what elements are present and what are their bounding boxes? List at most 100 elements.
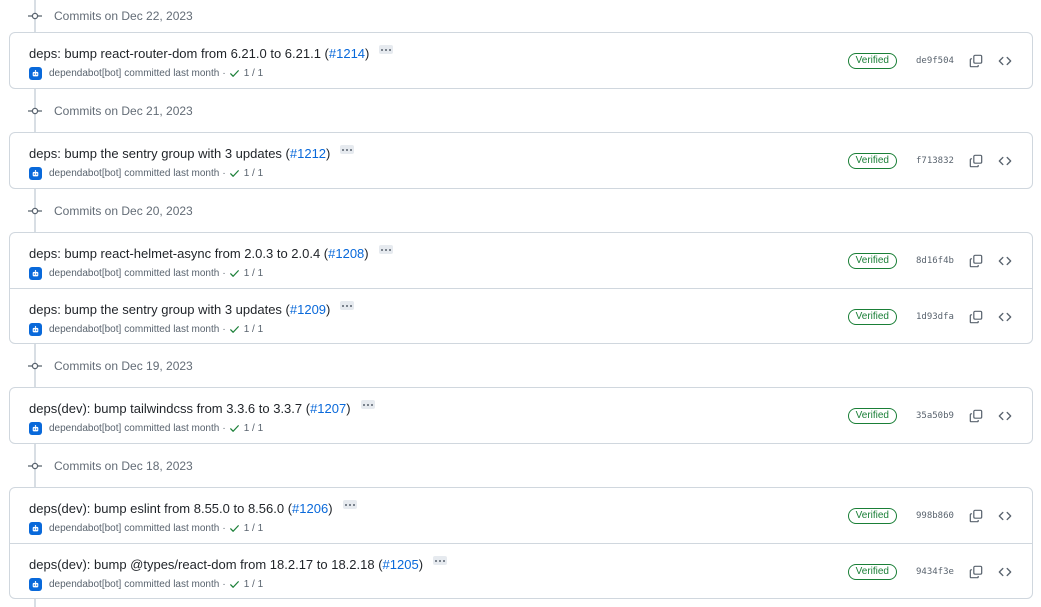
pull-request-link[interactable]: #1209: [290, 302, 326, 317]
commit-author-link[interactable]: dependabot[bot]: [49, 68, 121, 79]
ellipsis-icon[interactable]: [433, 556, 448, 565]
pull-request-link[interactable]: #1207: [310, 401, 346, 416]
code-icon[interactable]: [993, 149, 1017, 173]
code-icon[interactable]: [993, 49, 1017, 73]
check-icon[interactable]: [229, 579, 240, 590]
commit-sha-link[interactable]: 1d93dfa: [916, 312, 954, 322]
group-header: Commits on Dec 22, 2023: [0, 0, 1041, 32]
verified-badge[interactable]: Verified: [847, 152, 897, 169]
ellipsis-icon[interactable]: [340, 145, 355, 154]
check-icon[interactable]: [229, 168, 240, 179]
copy-icon[interactable]: [964, 305, 988, 329]
verified-badge[interactable]: Verified: [847, 308, 897, 325]
bot-avatar-icon[interactable]: [29, 578, 42, 591]
commit-sha-link[interactable]: 998b860: [916, 511, 954, 521]
commit-author-link[interactable]: dependabot[bot]: [49, 423, 121, 434]
check-icon[interactable]: [229, 423, 240, 434]
verified-badge[interactable]: Verified: [847, 52, 897, 69]
checks-count[interactable]: 1 / 1: [244, 423, 263, 434]
copy-icon[interactable]: [964, 404, 988, 428]
commit-title[interactable]: deps(dev): bump @types/react-dom from 18…: [29, 556, 448, 572]
commit-title[interactable]: deps(dev): bump eslint from 8.55.0 to 8.…: [29, 500, 357, 516]
checks-count[interactable]: 1 / 1: [244, 68, 263, 79]
commit-action-text: committed last month: [124, 579, 220, 590]
verified-badge[interactable]: Verified: [847, 407, 897, 424]
commit-message[interactable]: deps: bump the sentry group with 3 updat…: [29, 302, 290, 317]
verified-badge[interactable]: Verified: [847, 507, 897, 524]
bot-avatar-icon[interactable]: [29, 267, 42, 280]
bot-avatar-icon[interactable]: [29, 67, 42, 80]
commit-row: deps: bump the sentry group with 3 updat…: [10, 133, 1032, 188]
copy-icon[interactable]: [964, 149, 988, 173]
pull-request-link[interactable]: #1212: [290, 146, 326, 161]
commit-sha-link[interactable]: 35a50b9: [916, 411, 954, 421]
commit-sha-link[interactable]: 8d16f4b: [916, 256, 954, 266]
commit-message[interactable]: deps: bump the sentry group with 3 updat…: [29, 146, 290, 161]
verified-badge[interactable]: Verified: [847, 252, 897, 269]
git-commit-icon: [27, 8, 43, 24]
commit-author-link[interactable]: dependabot[bot]: [49, 579, 121, 590]
pull-request-link[interactable]: #1214: [329, 46, 365, 61]
commit-message[interactable]: deps(dev): bump tailwindcss from 3.3.6 t…: [29, 401, 310, 416]
commit-author-link[interactable]: dependabot[bot]: [49, 324, 121, 335]
commit-meta: dependabot[bot] committed last month · 1…: [29, 522, 263, 535]
checks-count[interactable]: 1 / 1: [244, 324, 263, 335]
commit-message[interactable]: deps(dev): bump @types/react-dom from 18…: [29, 557, 383, 572]
check-icon[interactable]: [229, 68, 240, 79]
ellipsis-icon[interactable]: [342, 500, 357, 509]
meta-separator: ·: [222, 268, 226, 279]
code-icon[interactable]: [993, 249, 1017, 273]
commit-actions: Verified 1d93dfa: [847, 289, 1032, 344]
bot-avatar-icon[interactable]: [29, 522, 42, 535]
check-icon[interactable]: [229, 523, 240, 534]
commit-sha-link[interactable]: f713832: [916, 156, 954, 166]
commit-row: deps(dev): bump eslint from 8.55.0 to 8.…: [10, 488, 1032, 543]
commit-title[interactable]: deps: bump the sentry group with 3 updat…: [29, 301, 355, 317]
group-header: Commits on Dec 20, 2023: [0, 189, 1041, 232]
checks-count[interactable]: 1 / 1: [244, 268, 263, 279]
ellipsis-icon[interactable]: [340, 301, 355, 310]
copy-icon[interactable]: [964, 504, 988, 528]
code-icon[interactable]: [993, 560, 1017, 584]
check-icon[interactable]: [229, 268, 240, 279]
copy-icon[interactable]: [964, 249, 988, 273]
git-commit-icon: [27, 103, 43, 119]
bot-avatar-icon[interactable]: [29, 167, 42, 180]
commit-row: deps: bump react-router-dom from 6.21.0 …: [10, 33, 1032, 88]
commit-sha-link[interactable]: 9434f3e: [916, 567, 954, 577]
commit-meta: dependabot[bot] committed last month · 1…: [29, 267, 263, 280]
commit-title[interactable]: deps: bump react-helmet-async from 2.0.3…: [29, 245, 393, 261]
ellipsis-icon[interactable]: [379, 45, 394, 54]
verified-badge[interactable]: Verified: [847, 563, 897, 580]
commit-title[interactable]: deps: bump the sentry group with 3 updat…: [29, 145, 355, 161]
pull-request-link[interactable]: #1208: [328, 246, 364, 261]
commit-message[interactable]: deps: bump react-router-dom from 6.21.0 …: [29, 46, 329, 61]
code-icon[interactable]: [993, 305, 1017, 329]
copy-icon[interactable]: [964, 49, 988, 73]
commit-history: Commits on Dec 22, 2023 deps: bump react…: [0, 0, 1041, 607]
checks-count[interactable]: 1 / 1: [244, 579, 263, 590]
pull-request-link[interactable]: #1206: [292, 501, 328, 516]
git-commit-icon: [27, 203, 43, 219]
copy-icon[interactable]: [964, 560, 988, 584]
commit-group: Commits on Dec 21, 2023 deps: bump the s…: [0, 89, 1041, 189]
meta-separator: ·: [222, 523, 226, 534]
commit-author-link[interactable]: dependabot[bot]: [49, 523, 121, 534]
commit-author-link[interactable]: dependabot[bot]: [49, 168, 121, 179]
ellipsis-icon[interactable]: [378, 245, 393, 254]
ellipsis-icon[interactable]: [360, 400, 375, 409]
checks-count[interactable]: 1 / 1: [244, 523, 263, 534]
pull-request-link[interactable]: #1205: [383, 557, 419, 572]
commit-message[interactable]: deps(dev): bump eslint from 8.55.0 to 8.…: [29, 501, 292, 516]
commit-title[interactable]: deps: bump react-router-dom from 6.21.0 …: [29, 45, 394, 61]
bot-avatar-icon[interactable]: [29, 422, 42, 435]
commit-title[interactable]: deps(dev): bump tailwindcss from 3.3.6 t…: [29, 400, 375, 416]
checks-count[interactable]: 1 / 1: [244, 168, 263, 179]
code-icon[interactable]: [993, 504, 1017, 528]
commit-author-link[interactable]: dependabot[bot]: [49, 268, 121, 279]
commit-sha-link[interactable]: de9f504: [916, 56, 954, 66]
bot-avatar-icon[interactable]: [29, 323, 42, 336]
code-icon[interactable]: [993, 404, 1017, 428]
check-icon[interactable]: [229, 324, 240, 335]
commit-message[interactable]: deps: bump react-helmet-async from 2.0.3…: [29, 246, 328, 261]
